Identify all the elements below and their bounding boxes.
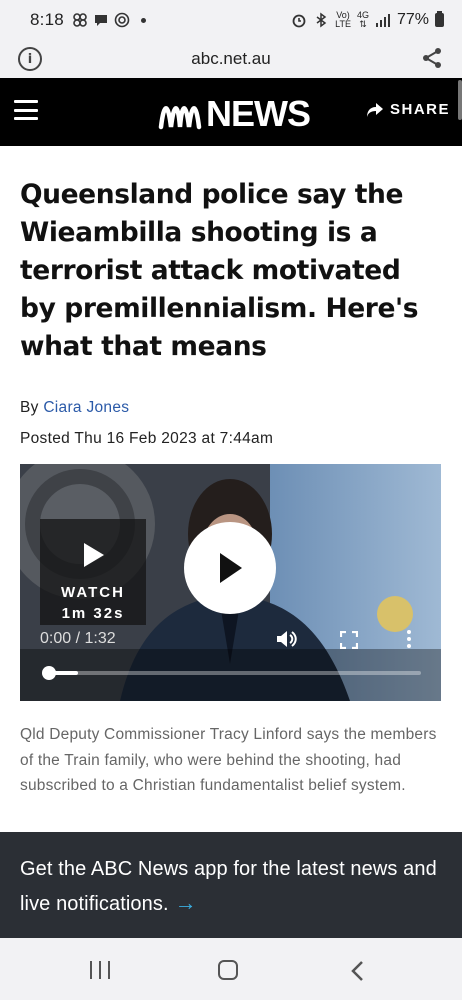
video-progress-bar[interactable] [42,666,421,680]
signal-icon [375,14,390,27]
home-icon[interactable] [218,960,238,980]
fullscreen-icon[interactable] [340,631,358,649]
arrow-right-icon[interactable]: → [175,890,197,915]
abc-lissajous-icon [158,106,202,130]
browser-share-icon[interactable] [420,46,444,70]
data-arrows-icon: ⇅ [359,19,367,29]
more-notifications-dot [140,17,146,23]
video-more-icon[interactable] [407,630,411,648]
logo-news-text: NEWS [206,93,311,134]
system-indicators: Vo) LTE 4G ⇅ 77% [291,11,444,29]
pinwheel-icon [73,13,87,27]
video-caption: Qld Deputy Commissioner Tracy Linford sa… [20,726,437,794]
watch-play-icon [84,543,104,567]
abc-news-logo[interactable]: NEWS [158,93,311,135]
watch-overlay[interactable]: WATCH 1m 32s [40,519,146,625]
posted-date: Posted Thu 16 Feb 2023 at 7:44am [20,430,274,447]
status-time: 8:18 [30,10,64,29]
lte-label: LTE [335,19,351,29]
data-indicator: 4G ⇅ [357,11,369,29]
share-label: SHARE [389,101,450,118]
status-bar: 8:18 Vo) LTE 4G ⇅ 77% [0,0,462,40]
system-nav-bar [0,938,462,1000]
video-progress-knob[interactable] [42,666,56,680]
share-button[interactable]: SHARE [366,101,450,118]
notification-icons [72,12,146,28]
battery-icon [435,11,444,27]
page-scrollbar[interactable] [458,80,462,120]
volte-indicator: Vo) LTE [335,11,351,29]
battery-percent: 77% [396,11,429,28]
alarm-icon [292,14,306,28]
url-text[interactable]: abc.net.au [191,49,270,69]
watch-label: WATCH [61,584,125,601]
site-header: NEWS SHARE [0,78,462,146]
recent-apps-icon[interactable] [90,961,110,979]
author-link[interactable]: Ciara Jones [43,399,129,416]
menu-icon[interactable] [14,100,38,120]
browser-url-bar: i abc.net.au [0,40,462,78]
site-info-icon[interactable]: i [18,47,42,71]
banner-text[interactable]: Get the ABC News app for the latest news… [20,858,437,915]
app-promo-banner[interactable]: Get the ABC News app for the latest news… [0,832,462,938]
watch-duration: 1m 32s [61,605,125,622]
byline-prefix: By [20,399,39,416]
volume-icon[interactable] [276,629,298,649]
video-player[interactable]: WATCH 1m 32s 0:00 / 1:32 [20,464,441,701]
play-button[interactable] [184,522,276,614]
byline: By Ciara Jones [20,399,129,417]
share-arrow-icon [366,102,383,117]
video-timecode: 0:00 / 1:32 [40,630,116,647]
article-headline: Queensland police say the Wieambilla sho… [20,179,419,362]
play-icon [220,553,242,583]
back-icon[interactable] [350,960,364,982]
chat-bubble-icon [94,15,107,26]
bluetooth-icon [316,12,327,28]
target-icon [114,12,130,28]
